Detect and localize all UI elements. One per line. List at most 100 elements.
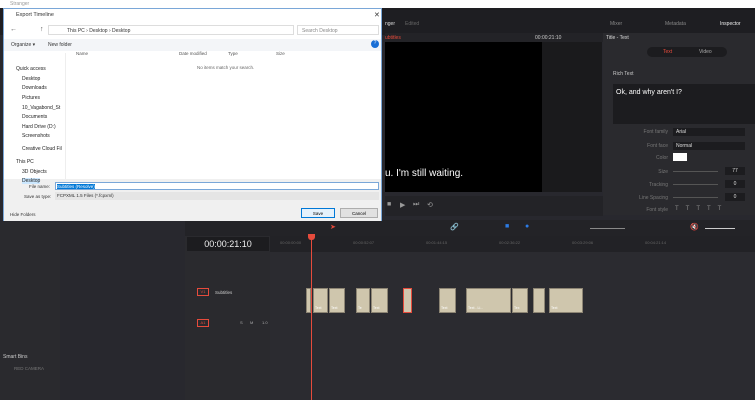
zoom-slider[interactable] [590, 228, 625, 229]
media-sidebar: Smart Bins RED CAMERA [0, 222, 60, 400]
selection-tool-icon[interactable]: ➤ [330, 223, 336, 231]
hide-folders-button[interactable]: Hide Folders [10, 212, 36, 217]
tab-video[interactable]: Video [699, 49, 712, 55]
playhead-handle[interactable] [308, 234, 315, 240]
inspector-title: Title - Text [606, 35, 629, 41]
new-folder-button[interactable]: New folder [48, 42, 72, 48]
search-input[interactable]: Search Desktop [297, 25, 379, 35]
nav-item[interactable]: This PC [16, 159, 34, 165]
empty-message: No items match your search. [197, 65, 255, 70]
timeline-clip[interactable]: Tex [512, 288, 528, 313]
breadcrumb[interactable]: This PC › Desktop › Desktop [48, 25, 294, 35]
timeline-clip[interactable] [306, 288, 311, 313]
bin-red-camera[interactable]: RED CAMERA [14, 366, 44, 371]
playhead[interactable] [311, 236, 312, 400]
mute-icon[interactable]: 🔇 [690, 223, 699, 231]
next-icon[interactable]: ⏭ [413, 201, 419, 209]
cancel-button[interactable]: Cancel [340, 208, 378, 218]
a1-label[interactable]: A1 [197, 319, 209, 327]
stop-icon[interactable]: ■ [387, 201, 391, 208]
track-headers: V1 Subtitles A1 S M 1.0 [185, 236, 270, 400]
loop-icon[interactable]: ⟲ [427, 201, 433, 209]
timeline-clip[interactable]: Te [356, 288, 370, 313]
export-timeline-dialog: Export Timeline ✕ ← ↑ This PC › Desktop … [3, 8, 382, 221]
column-size[interactable]: Size [276, 51, 285, 56]
nav-item[interactable]: Screenshots [22, 133, 50, 139]
project-status: Edited [405, 21, 420, 27]
help-icon[interactable]: ? [371, 40, 379, 48]
back-icon[interactable]: ← [10, 26, 17, 33]
app-title: Stranger [10, 1, 30, 7]
timeline-clip[interactable]: Text - Li... [466, 288, 511, 313]
column-date[interactable]: Date modified [179, 51, 207, 56]
tracking-slider[interactable] [673, 184, 718, 185]
nav-item[interactable]: Quick access [16, 66, 46, 72]
marker-icon[interactable]: ● [525, 223, 529, 230]
ruler-tick-label: 00:01:44:15 [426, 240, 448, 245]
flag-icon[interactable]: ■ [505, 223, 509, 230]
v1-label[interactable]: V1 [197, 288, 209, 296]
timeline-clip[interactable]: Text [439, 288, 456, 313]
line-spacing-input[interactable]: 0 [725, 193, 745, 201]
timeline-clip[interactable] [403, 288, 412, 313]
line-spacing-slider[interactable] [673, 197, 718, 198]
tab-metadata[interactable]: Metadata [665, 21, 686, 27]
font-style-buttons[interactable]: TTTTT [675, 206, 728, 212]
color-label: Color [656, 155, 668, 161]
timeline-clip[interactable]: Text [371, 288, 388, 313]
timeline-clip[interactable] [533, 288, 545, 313]
section-rich-text: Rich Text [613, 71, 634, 77]
tracking-input[interactable]: 0 [725, 180, 745, 188]
color-swatch[interactable] [673, 153, 687, 161]
save-type-select[interactable]: FCPXML 1.5 Files (*.fcpxml) [55, 192, 379, 200]
font-family-select[interactable]: Arial [673, 128, 745, 136]
nav-item[interactable]: Downloads [22, 85, 47, 91]
size-input[interactable]: 77 [725, 167, 745, 175]
v1-track-name: Subtitles [215, 290, 233, 295]
column-name[interactable]: Name [76, 51, 88, 56]
font-style-label: Font style [646, 207, 668, 213]
timeline-clip[interactable]: Text [313, 288, 328, 313]
ruler-tick-label: 00:00:52:07 [353, 240, 375, 245]
play-icon[interactable]: ▶ [400, 201, 405, 209]
size-slider[interactable] [673, 171, 718, 172]
font-face-label: Font face [647, 143, 668, 149]
nav-item[interactable]: Hard Drive (D:) [22, 124, 56, 130]
tab-inspector[interactable]: Inspector [720, 21, 741, 27]
nav-item[interactable]: 3D Objects [22, 169, 47, 175]
link-icon[interactable]: 🔗 [450, 223, 459, 231]
transport-controls: ■ ▶ ⏭ ⟲ [385, 196, 603, 216]
save-button[interactable]: Save [301, 208, 335, 218]
timeline-selector[interactable]: ubtitles [385, 35, 401, 41]
nav-item[interactable]: 10_Vagabond_St [22, 105, 60, 111]
a1-mute[interactable]: M [250, 320, 253, 325]
nav-item[interactable]: Documents [22, 114, 47, 120]
tab-text[interactable]: Text [663, 49, 672, 55]
app-title-bar: Stranger [0, 0, 755, 8]
a1-level: 1.0 [262, 320, 268, 325]
volume-slider[interactable] [705, 228, 735, 229]
timeline-tracks[interactable] [270, 252, 755, 400]
nav-item[interactable]: Desktop [22, 76, 40, 82]
font-family-label: Font family [643, 129, 668, 135]
ruler-tick-label: 00:02:36:22 [499, 240, 521, 245]
organize-button[interactable]: Organize ▾ [11, 42, 35, 48]
file-name-input[interactable]: Subtitles (Resolve) [55, 182, 379, 190]
dialog-title: Export Timeline [16, 12, 54, 18]
up-icon[interactable]: ↑ [40, 26, 44, 33]
timeline-clip[interactable]: Text [549, 288, 583, 313]
a1-solo[interactable]: S [240, 320, 243, 325]
font-face-select[interactable]: Normal [673, 142, 745, 150]
save-type-label: Save as type: [24, 194, 52, 199]
column-type[interactable]: Type [228, 51, 238, 56]
timeline-clip[interactable]: Text [329, 288, 345, 313]
nav-item[interactable]: Desktop [22, 178, 41, 184]
timeline-ruler[interactable]: 00:00:00:00 00:00:52:07 00:01:44:15 00:02:3… [270, 236, 755, 252]
project-name: nger [385, 21, 396, 27]
rich-text-input[interactable]: Ok, and why aren't I? [613, 84, 755, 124]
ruler-tick-label: 00:00:00:00 [280, 240, 302, 245]
nav-item[interactable]: Pictures [22, 95, 40, 101]
close-icon[interactable]: ✕ [374, 11, 380, 19]
nav-item[interactable]: Creative Cloud Fil [22, 146, 62, 152]
tab-mixer[interactable]: Mixer [610, 21, 622, 27]
